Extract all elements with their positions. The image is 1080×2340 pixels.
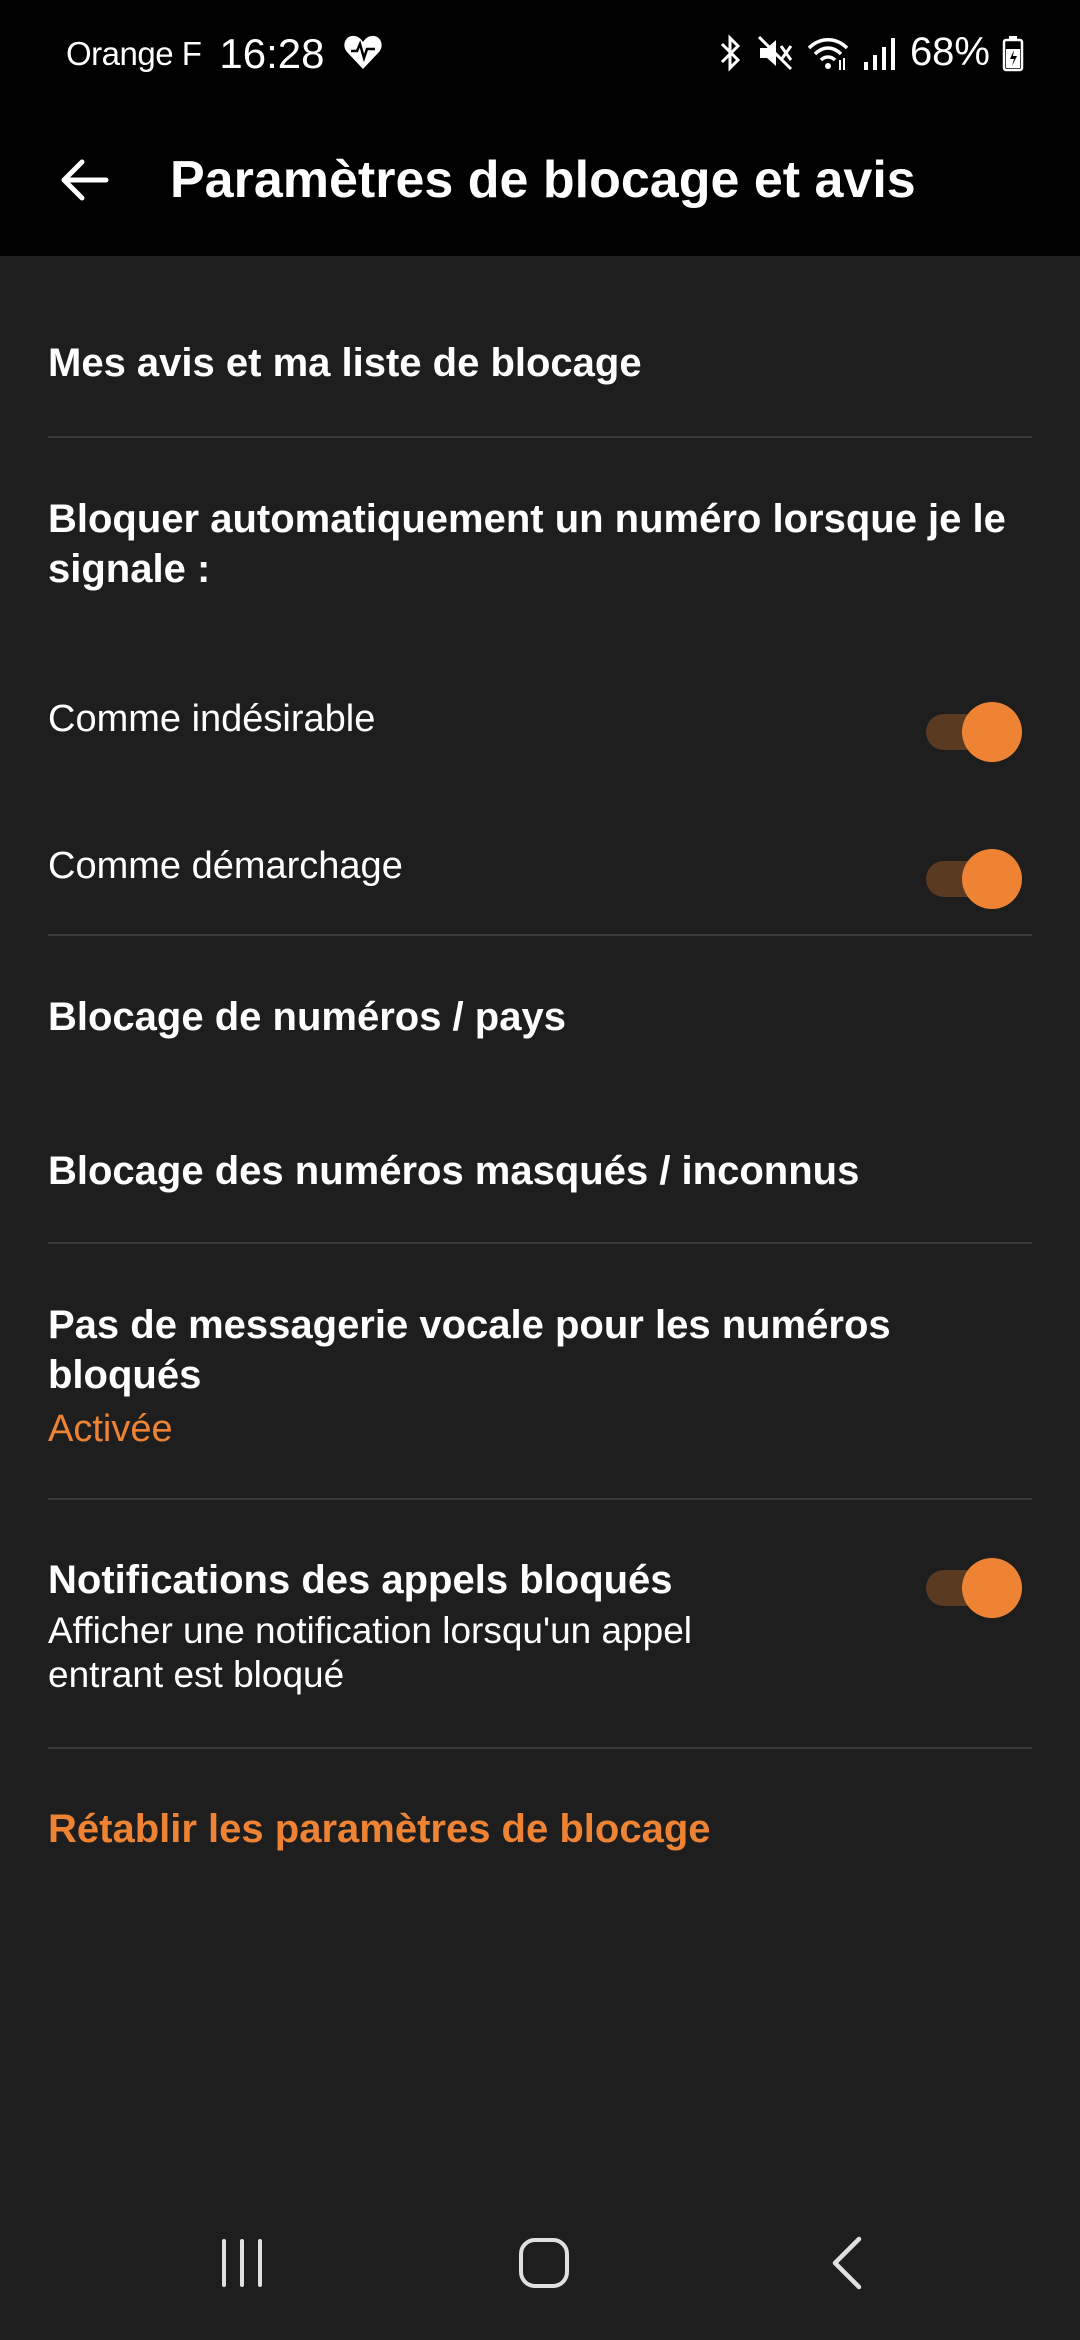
- my-reviews-blocklist-item[interactable]: Mes avis et ma liste de blocage: [48, 338, 1032, 388]
- as-telemarketing-toggle[interactable]: [926, 849, 1022, 909]
- as-telemarketing-label: Comme démarchage: [48, 845, 403, 887]
- as-spam-label: Comme indésirable: [48, 698, 376, 740]
- app-bar: Paramètres de blocage et avis: [0, 116, 1080, 256]
- divider: [48, 934, 1032, 936]
- blocked-calls-notifications-subtitle: Afficher une notification lorsqu'un appe…: [48, 1610, 693, 1695]
- mute-icon: [756, 34, 794, 72]
- settings-list: Mes avis et ma liste de blocage Bloquer …: [0, 256, 1080, 2180]
- chevron-left-icon: [825, 2235, 869, 2296]
- block-numbers-countries-label: Blocage de numéros / pays: [48, 995, 566, 1039]
- status-time: 16:28: [219, 30, 325, 77]
- arrow-left-icon: [58, 158, 110, 207]
- divider: [48, 1242, 1032, 1244]
- toggle-thumb: [962, 702, 1022, 762]
- auto-block-header-label: Bloquer automatiquement un numéro lorsqu…: [48, 497, 1006, 591]
- my-reviews-label: Mes avis et ma liste de blocage: [48, 341, 642, 385]
- as-spam-toggle[interactable]: [926, 702, 1022, 762]
- nav-back-button[interactable]: [797, 2220, 897, 2310]
- status-bar: Orange F 16:28 68%: [0, 0, 1080, 116]
- block-hidden-unknown-label: Blocage des numéros masqués / inconnus: [48, 1149, 860, 1193]
- blocked-calls-notifications-label: Notifications des appels bloqués: [48, 1558, 673, 1602]
- no-voicemail-item[interactable]: Pas de messagerie vocale pour les numéro…: [48, 1300, 988, 1452]
- divider: [48, 436, 1032, 438]
- heart-icon: [343, 33, 383, 76]
- auto-block-header: Bloquer automatiquement un numéro lorsqu…: [48, 494, 1038, 594]
- battery-icon: [1002, 34, 1024, 72]
- toggle-thumb: [962, 849, 1022, 909]
- back-button[interactable]: [44, 142, 124, 222]
- wifi-icon: [806, 34, 850, 72]
- page-title: Paramètres de blocage et avis: [170, 151, 916, 209]
- battery-percent: 68%: [909, 30, 990, 74]
- block-hidden-unknown-item[interactable]: Blocage des numéros masqués / inconnus: [48, 1146, 1032, 1196]
- signal-icon: [862, 34, 898, 72]
- recents-icon: [216, 2237, 268, 2294]
- status-right: 68%: [716, 30, 1024, 75]
- no-voicemail-status: Activée: [48, 1408, 173, 1450]
- carrier-name: Orange F: [66, 35, 202, 72]
- home-icon: [517, 2236, 571, 2295]
- no-voicemail-label: Pas de messagerie vocale pour les numéro…: [48, 1303, 891, 1397]
- as-spam-item[interactable]: Comme indésirable: [48, 696, 848, 742]
- divider: [48, 1498, 1032, 1500]
- blocked-calls-notifications-toggle[interactable]: [926, 1558, 1022, 1618]
- toggle-thumb: [962, 1558, 1022, 1618]
- home-button[interactable]: [494, 2220, 594, 2310]
- block-numbers-countries-item[interactable]: Blocage de numéros / pays: [48, 992, 1032, 1042]
- navigation-bar: [0, 2180, 1080, 2340]
- as-telemarketing-item[interactable]: Comme démarchage: [48, 843, 848, 889]
- reset-blocking-label: Rétablir les paramètres de blocage: [48, 1807, 711, 1851]
- status-left: Orange F 16:28: [66, 30, 383, 78]
- recents-button[interactable]: [192, 2220, 292, 2310]
- divider: [48, 1747, 1032, 1749]
- bluetooth-icon: [716, 33, 744, 72]
- reset-blocking-button[interactable]: Rétablir les paramètres de blocage: [48, 1804, 1032, 1854]
- blocked-calls-notifications-item[interactable]: Notifications des appels bloqués Affiche…: [48, 1555, 848, 1697]
